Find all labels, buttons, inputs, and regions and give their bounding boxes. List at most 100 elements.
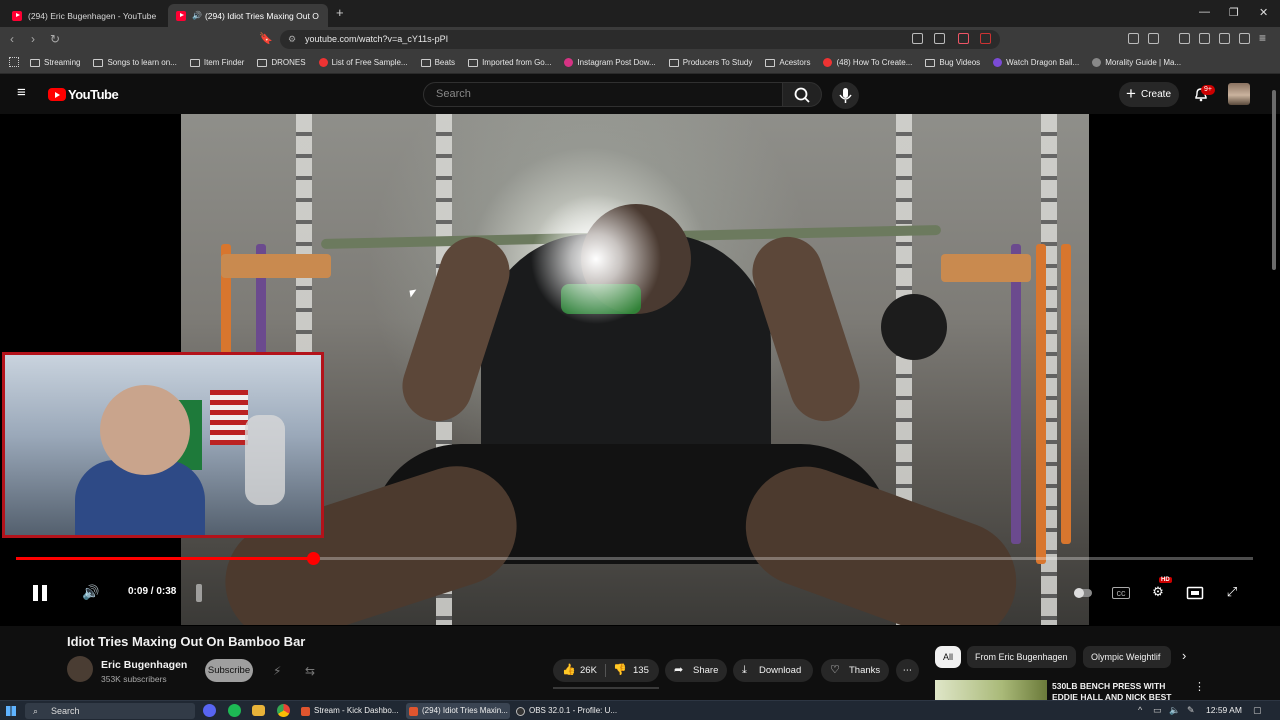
chip-olympic-weightlifting[interactable]: Olympic Weightlif (1083, 646, 1171, 668)
browser-tab-video[interactable]: 🔊 (294) Idiot Tries Maxing Out O ✕ (168, 4, 328, 27)
tray-chevron-icon[interactable]: ^ (1138, 705, 1142, 715)
chip-from-channel[interactable]: From Eric Bugenhagen (967, 646, 1076, 668)
browser-tab-channel[interactable]: (294) Eric Bugenhagen - YouTube (4, 4, 164, 27)
window-close-icon[interactable]: ✕ (1259, 6, 1268, 19)
search-button[interactable] (782, 82, 822, 107)
reload-icon[interactable]: ↻ (50, 32, 60, 46)
like-dislike-group: 👍 26K 👎 135 (553, 659, 659, 682)
chip-all[interactable]: All (935, 646, 962, 668)
bookmark-item[interactable]: List of Free Sample... (318, 58, 408, 67)
channel-avatar[interactable] (67, 656, 93, 682)
volume-icon[interactable]: 🔊 (82, 584, 100, 602)
video-player[interactable]: 🔊 0:09 / 0:38 cc ⚙ HD ⤢ (0, 114, 1280, 626)
volume-tray-icon[interactable]: 🔈 (1169, 705, 1180, 716)
vpn-icon[interactable] (1239, 33, 1250, 44)
taskbar-search[interactable]: ⌕ Search (25, 703, 195, 719)
taskbar-item-obs[interactable]: OBS 32.0.1 - Profile: U... (513, 703, 617, 719)
forward-icon[interactable]: › (31, 32, 35, 46)
dislike-count[interactable]: 135 (633, 659, 649, 682)
folder-icon (765, 58, 776, 67)
bookmark-item[interactable]: Instagram Post Dow... (564, 58, 656, 67)
maximize-icon[interactable]: ❐ (1229, 6, 1239, 19)
thanks-button[interactable]: ♡ Thanks (821, 659, 889, 682)
like-count[interactable]: 26K (580, 659, 597, 682)
extensions-icon[interactable] (1128, 33, 1139, 44)
bookmark-item[interactable]: Beats (420, 58, 455, 67)
captions-cc-icon[interactable]: cc (1112, 587, 1130, 599)
spotify-icon[interactable] (228, 704, 241, 717)
bookmark-item[interactable]: DRONES (257, 58, 306, 67)
media-icon[interactable] (1179, 33, 1190, 44)
subscribe-button[interactable]: Subscribe (205, 659, 253, 682)
back-icon[interactable]: ‹ (10, 32, 14, 46)
hamburger-menu-icon[interactable]: ≡ (17, 84, 26, 101)
create-button[interactable]: Create (1119, 81, 1179, 107)
channel-name[interactable]: Eric Bugenhagen (101, 659, 187, 671)
mouse-cursor (409, 289, 418, 298)
youtube-logo-icon[interactable] (48, 88, 66, 101)
brave-shield-icon[interactable] (958, 33, 969, 44)
recommendation-thumbnail[interactable] (935, 680, 1047, 700)
taskbar-clock[interactable]: 12:59 AM (1206, 705, 1242, 715)
leo-ai-icon[interactable] (1219, 33, 1230, 44)
bookmark-item[interactable]: Morality Guide | Ma... (1092, 58, 1181, 67)
site-favicon-icon (993, 58, 1003, 67)
site-settings-icon[interactable]: ⚙ (288, 30, 296, 49)
file-explorer-icon[interactable] (252, 705, 265, 716)
taskbar-item-kick[interactable]: Stream - Kick Dashbo... (298, 703, 404, 719)
autoplay-toggle-icon[interactable] (1073, 584, 1092, 602)
bookmark-item[interactable]: Bug Videos (925, 58, 980, 67)
scrollbar-thumb[interactable] (1272, 90, 1276, 270)
discord-icon[interactable] (203, 704, 216, 717)
remix-icon[interactable]: ⇆ (305, 664, 315, 678)
minimize-icon[interactable]: — (1199, 6, 1210, 18)
address-bar[interactable]: ⚙ youtube.com/watch?v=a_cY11s-pPI (280, 30, 1000, 49)
youtube-logo-text[interactable]: YouTube (68, 87, 119, 102)
browser-toolbar: ‹ › ↻ 🔖 ⚙ youtube.com/watch?v=a_cY11s-pP… (0, 27, 1280, 52)
site-favicon-icon (1092, 58, 1102, 67)
browser-tab-strip: (294) Eric Bugenhagen - YouTube 🔊 (294) … (0, 0, 1280, 27)
fullscreen-icon[interactable]: ⤢ (1223, 584, 1241, 602)
new-tab-plus-icon[interactable]: + (336, 5, 344, 20)
bookmark-item[interactable]: Imported from Go... (468, 58, 551, 67)
menu-icon[interactable]: ≡ (1259, 31, 1266, 45)
sidebar-icon[interactable] (1148, 33, 1159, 44)
voice-search-button[interactable] (832, 82, 859, 109)
theater-mode-icon[interactable] (1186, 584, 1204, 602)
wallet-icon[interactable] (1199, 33, 1210, 44)
account-avatar[interactable] (1228, 83, 1250, 105)
bookmark-item[interactable]: (48) How To Create... (823, 58, 912, 67)
windows-start-icon[interactable] (6, 706, 16, 716)
notification-center-icon[interactable]: ▢ (1253, 705, 1262, 716)
hype-icon[interactable]: ⚡ (273, 664, 281, 678)
bookmark-item[interactable]: Acestors (765, 58, 810, 67)
bookmark-item[interactable]: Producers To Study (668, 58, 752, 67)
more-actions-icon[interactable]: ⋯ (896, 659, 919, 682)
bookmark-item[interactable]: Streaming (30, 58, 80, 67)
pause-button[interactable] (32, 585, 48, 601)
download-button[interactable]: ⤓ Download (733, 659, 813, 682)
pen-icon[interactable]: ✎ (1187, 705, 1195, 716)
network-icon[interactable]: ▭ (1153, 705, 1162, 716)
share-button[interactable]: ➦ Share (665, 659, 727, 682)
like-bar (553, 687, 659, 689)
instagram-icon (564, 58, 574, 67)
bookmark-item[interactable]: Item Finder (189, 58, 244, 67)
progress-scrubber[interactable] (307, 552, 320, 565)
chrome-icon[interactable] (277, 704, 290, 717)
cast-icon[interactable] (912, 33, 923, 44)
taskbar-item-youtube[interactable]: (294) Idiot Tries Maxin... (406, 703, 510, 719)
search-input[interactable]: Search (423, 82, 783, 107)
thumbs-down-icon[interactable]: 👎 (613, 659, 627, 682)
kebab-menu-icon[interactable]: ⋮ (1194, 680, 1205, 693)
chevron-right-icon[interactable]: › (1182, 648, 1186, 663)
close-tab-icon[interactable]: ✕ (319, 10, 328, 21)
bookmark-icon[interactable]: 🔖 (259, 32, 273, 45)
thumbs-up-icon[interactable]: 👍 (562, 659, 576, 682)
bookmark-item[interactable]: Songs to learn on... (93, 58, 177, 67)
settings-gear-icon[interactable]: ⚙ (1149, 584, 1167, 602)
rewards-icon[interactable] (980, 33, 991, 44)
share-page-icon[interactable] (934, 33, 945, 44)
apps-grid-icon[interactable] (9, 57, 19, 67)
bookmark-item[interactable]: Watch Dragon Ball... (993, 58, 1079, 67)
